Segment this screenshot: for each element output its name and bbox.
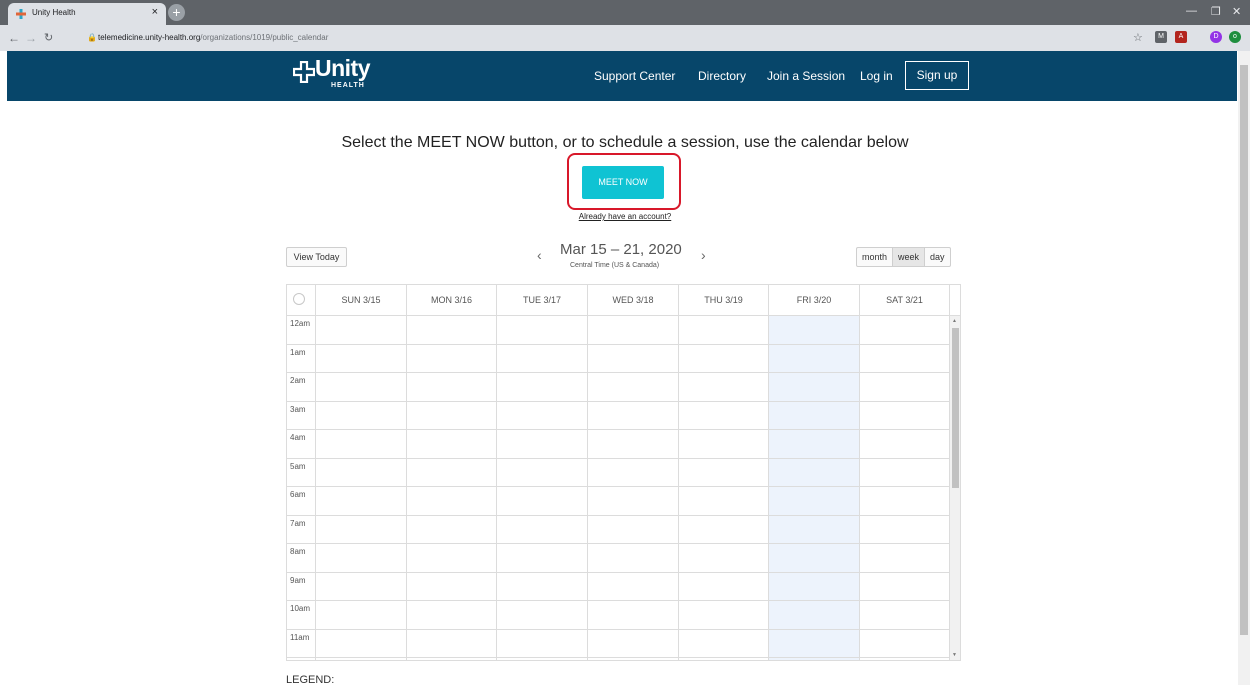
hour-row[interactable]: 11am (287, 630, 949, 658)
already-have-account-link: Already have an account? (0, 212, 1250, 221)
day-header-tue: TUE 3/17 (496, 285, 587, 316)
nav-directory[interactable]: Directory (698, 69, 746, 83)
new-tab-button[interactable]: + (168, 4, 185, 21)
hour-row[interactable]: 9am (287, 573, 949, 601)
hour-label: 7am (290, 518, 306, 528)
hour-row[interactable]: 2am (287, 373, 949, 402)
hour-row[interactable]: 7am (287, 516, 949, 544)
hour-label: 6am (290, 490, 306, 499)
scroll-down-icon[interactable]: ▼ (952, 652, 957, 658)
page-scrollbar[interactable] (1238, 51, 1250, 685)
tab-title: Unity Health (32, 8, 76, 17)
view-switcher: month week day (856, 247, 951, 267)
bookmark-star-icon[interactable]: ☆ (1133, 31, 1143, 44)
profile-avatar[interactable]: D (1210, 31, 1222, 43)
clock-icon (293, 293, 305, 305)
nav-log-in[interactable]: Log in (860, 69, 893, 83)
view-day-button[interactable]: day (925, 248, 950, 266)
address-bar[interactable]: telemedicine.unity-health.org/organizati… (98, 33, 328, 42)
forward-icon[interactable]: → (25, 31, 37, 45)
hour-label: 5am (290, 461, 306, 471)
hour-label: 11am (290, 632, 310, 642)
date-range-title: Mar 15 – 21, 2020 (560, 241, 682, 258)
unity-cross-icon (293, 61, 315, 83)
url-path: /organizations/1019/public_calendar (200, 33, 329, 42)
view-month-button[interactable]: month (857, 248, 894, 266)
account-link-text[interactable]: Already have an account? (579, 212, 672, 221)
hour-label: 4am (290, 433, 306, 442)
calendar-scroll-thumb[interactable] (952, 328, 959, 488)
hour-row[interactable]: 6am (287, 487, 949, 516)
day-header-sun: SUN 3/15 (315, 285, 406, 316)
extension-o-icon[interactable]: o (1229, 31, 1241, 43)
hour-row[interactable]: 3am (287, 402, 949, 430)
hour-row[interactable]: 4am (287, 430, 949, 459)
view-week-button[interactable]: week (893, 248, 926, 266)
hour-row[interactable]: 10am (287, 601, 949, 630)
calendar-body[interactable]: 12am 1am 2am 3am 4am 5am 6am 7am 8am 9am 10am 11am … (287, 316, 960, 660)
close-window-icon[interactable]: ✕ (1232, 5, 1241, 18)
prev-week-icon[interactable]: ‹ (537, 247, 542, 263)
hour-row[interactable]: 5am (287, 459, 949, 487)
page-scroll-thumb[interactable] (1240, 65, 1248, 635)
extension-m-icon[interactable]: M (1155, 31, 1167, 43)
scroll-up-icon[interactable]: ▲ (952, 318, 957, 324)
nav-join-session[interactable]: Join a Session (767, 69, 845, 83)
restore-icon[interactable]: ❐ (1211, 5, 1221, 18)
page-headline: Select the MEET NOW button, or to schedu… (341, 134, 909, 151)
day-header-thu: THU 3/19 (678, 285, 768, 316)
hour-row[interactable]: 8am (287, 544, 949, 573)
tab-close-icon[interactable]: × (152, 6, 158, 18)
week-calendar: SUN 3/15 MON 3/16 TUE 3/17 WED 3/18 THU … (286, 284, 961, 661)
site-header: Unity HEALTH Support Center Directory Jo… (7, 51, 1237, 101)
sign-up-button[interactable]: Sign up (905, 61, 969, 90)
browser-toolbar: ← → ↻ 🔒 telemedicine.unity-health.org/or… (0, 25, 1250, 51)
logo-wordmark: Unity (315, 55, 371, 81)
browser-tabstrip: Unity Health × + — ❐ ✕ (0, 0, 1250, 25)
logo-subtitle: HEALTH (331, 82, 365, 89)
calendar-scrollbar[interactable]: ▲ ▼ (949, 316, 960, 660)
lock-icon[interactable]: 🔒 (87, 33, 97, 42)
unity-favicon-icon (16, 9, 26, 19)
pdf-extension-icon[interactable]: A (1175, 31, 1187, 43)
hour-label: 9am (290, 575, 306, 585)
calendar-header: SUN 3/15 MON 3/16 TUE 3/17 WED 3/18 THU … (287, 285, 960, 316)
reload-icon[interactable]: ↻ (44, 31, 53, 44)
hour-label: 3am (290, 404, 306, 414)
minimize-icon[interactable]: — (1186, 5, 1197, 17)
next-week-icon[interactable]: › (701, 247, 706, 263)
hour-label: 12am (290, 319, 311, 328)
view-today-button[interactable]: View Today (286, 247, 347, 267)
nav-support-center[interactable]: Support Center (594, 69, 675, 83)
hour-label: 1am (290, 347, 306, 357)
meet-now-button[interactable]: MEET NOW (582, 166, 664, 199)
day-header-fri: FRI 3/20 (768, 285, 859, 316)
timezone-label: Central Time (US & Canada) (570, 262, 660, 269)
day-header-mon: MON 3/16 (406, 285, 496, 316)
browser-tab[interactable]: Unity Health × (8, 3, 166, 25)
back-icon[interactable]: ← (8, 31, 20, 45)
hour-label: 8am (290, 547, 306, 556)
hour-row[interactable]: 1am (287, 345, 949, 373)
hour-row[interactable]: 12am (287, 316, 949, 345)
day-header-wed: WED 3/18 (587, 285, 678, 316)
hour-label: 10am (290, 604, 311, 613)
url-domain: telemedicine.unity-health.org (98, 33, 201, 42)
day-header-sat: SAT 3/21 (859, 285, 950, 316)
legend-label: LEGEND: (286, 674, 335, 686)
hour-label: 2am (290, 376, 306, 385)
